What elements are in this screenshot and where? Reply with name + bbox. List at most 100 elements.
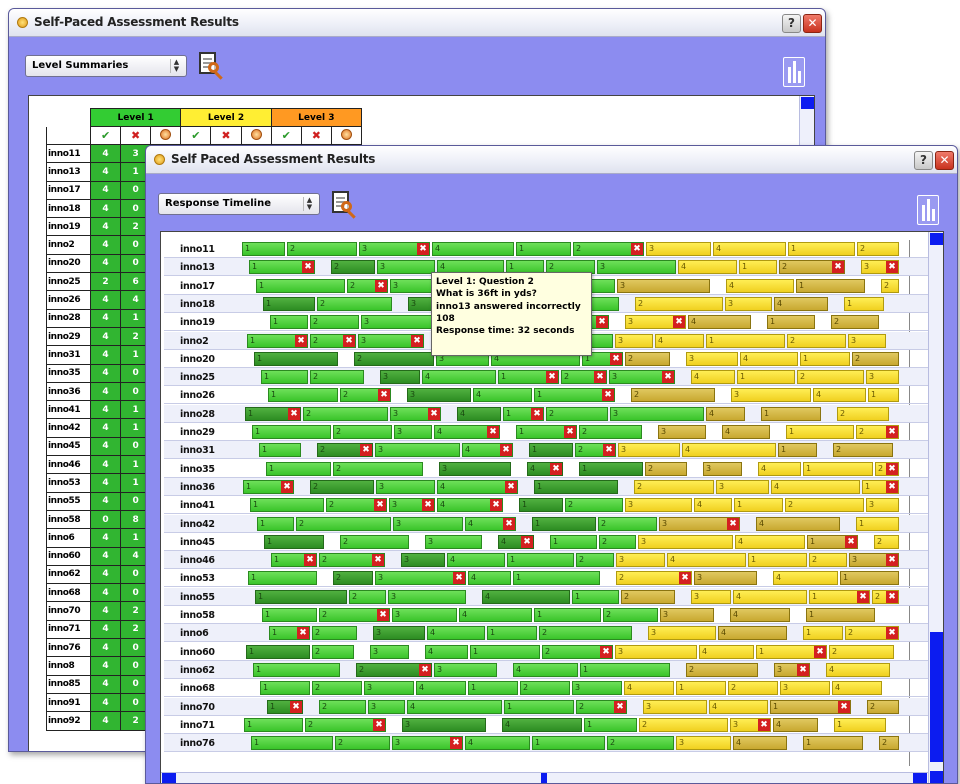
response-bar[interactable]: 1 xyxy=(737,370,795,385)
response-bar[interactable]: 1 xyxy=(470,644,540,659)
response-bar[interactable]: 2 xyxy=(797,370,864,385)
response-bar[interactable]: 4 ✖ xyxy=(527,461,563,476)
response-bar[interactable]: 4 xyxy=(482,589,570,604)
response-bar[interactable]: 1 xyxy=(834,717,886,732)
response-bar[interactable]: 4 xyxy=(422,370,496,385)
response-bar[interactable]: 2✖ xyxy=(872,589,899,604)
response-bar[interactable]: 3 xyxy=(691,589,731,604)
response-bar[interactable]: 4 ✖ xyxy=(437,498,503,513)
response-bar[interactable]: 2 xyxy=(809,553,847,568)
help-icon[interactable]: ? xyxy=(914,151,933,170)
response-bar[interactable]: 2 xyxy=(349,589,386,604)
response-bar[interactable]: 4 xyxy=(407,699,502,714)
response-bar[interactable]: 3 xyxy=(725,296,772,311)
response-bar[interactable]: 3 xyxy=(377,260,435,275)
response-bar[interactable]: 1 ✖ xyxy=(498,370,559,385)
response-bar[interactable]: 3 xyxy=(780,681,830,696)
response-bar[interactable]: 4 ✖ xyxy=(462,443,513,458)
response-bar[interactable]: 2✖ xyxy=(326,498,387,513)
response-bar[interactable]: 2 xyxy=(310,479,374,494)
response-bar[interactable]: 3 ✖ xyxy=(375,571,466,586)
response-bar[interactable]: 4 ✖ xyxy=(437,479,518,494)
response-bar[interactable]: 3 xyxy=(572,681,622,696)
response-bar[interactable]: 1 xyxy=(739,260,777,275)
response-bar[interactable]: 2 xyxy=(335,736,390,751)
response-bar[interactable]: 2 xyxy=(603,608,658,622)
response-bar[interactable]: 1 ✖ xyxy=(809,589,870,604)
scroll-thumb[interactable] xyxy=(930,632,943,762)
response-bar[interactable]: 4 xyxy=(655,333,704,348)
response-bar[interactable]: 1 ✖ xyxy=(862,479,899,494)
response-bar[interactable]: 1 xyxy=(579,461,643,476)
response-bar[interactable]: 1 xyxy=(532,736,605,751)
response-bar[interactable]: 3 xyxy=(848,333,886,348)
scroll-down-button[interactable] xyxy=(930,771,943,783)
bar-chart-icon[interactable] xyxy=(917,195,939,225)
response-bar[interactable]: 4 xyxy=(713,242,786,256)
scroll-up-button[interactable] xyxy=(801,97,814,109)
response-bar[interactable]: 3 xyxy=(646,242,711,256)
response-bar[interactable]: 1 xyxy=(504,699,574,714)
response-bar[interactable]: 2✖ xyxy=(845,626,899,641)
response-bar[interactable]: 3 xyxy=(703,461,742,476)
response-bar[interactable]: 2 xyxy=(340,534,409,549)
response-bar[interactable]: 1 xyxy=(256,278,345,293)
magnify-report-button[interactable] xyxy=(330,190,358,219)
response-bar[interactable]: 2✖ xyxy=(573,242,644,256)
response-bar[interactable]: 3 xyxy=(390,278,435,293)
response-bar[interactable]: 1 xyxy=(778,443,817,458)
response-bar[interactable]: 1 xyxy=(263,296,315,311)
response-bar[interactable]: 2 xyxy=(565,498,623,513)
response-bar[interactable]: 2 xyxy=(599,534,636,549)
response-bar[interactable]: 2 xyxy=(852,351,899,366)
response-bar[interactable]: 4 xyxy=(771,479,860,494)
response-bar[interactable]: 2 xyxy=(546,406,608,421)
response-bar[interactable]: 2 xyxy=(874,534,899,549)
response-bar[interactable]: 2 xyxy=(333,425,392,439)
response-bar[interactable]: 4 xyxy=(735,534,805,549)
response-bar[interactable]: 2✖ xyxy=(542,644,613,659)
response-bar[interactable]: 2 xyxy=(312,681,362,696)
response-bar[interactable]: 1 xyxy=(257,516,294,531)
response-bar[interactable]: 3 ✖ xyxy=(730,717,771,732)
response-bar[interactable]: 2 xyxy=(296,516,391,531)
response-bar[interactable]: 1 xyxy=(788,242,855,256)
response-bar[interactable]: 3 xyxy=(394,425,432,439)
response-bar[interactable]: 2 xyxy=(598,516,657,531)
response-bar[interactable]: 1 xyxy=(268,388,338,403)
response-bar[interactable]: 3 ✖ xyxy=(625,315,686,330)
response-bar[interactable]: 4 xyxy=(427,626,485,641)
response-bar[interactable]: 2 xyxy=(645,461,687,476)
response-bar[interactable]: 4 xyxy=(513,662,578,677)
response-bar[interactable]: 3 xyxy=(617,278,710,293)
response-bar[interactable]: 3 xyxy=(364,681,414,696)
response-bar[interactable]: 2✖ xyxy=(356,662,432,677)
response-bar[interactable]: 1 xyxy=(800,351,850,366)
response-bar[interactable]: 3 ✖ xyxy=(358,333,424,348)
response-bar[interactable]: 4 xyxy=(678,260,737,275)
help-icon[interactable]: ? xyxy=(782,14,801,33)
response-bar[interactable]: 1 ✖ xyxy=(269,626,310,641)
response-bar[interactable]: 4 ✖ xyxy=(434,425,500,439)
response-bar[interactable]: 2✖ xyxy=(319,608,390,622)
response-bar[interactable]: 1 xyxy=(468,681,518,696)
response-bar[interactable]: 3 xyxy=(373,626,425,641)
response-bar[interactable]: 2 xyxy=(354,351,434,366)
response-bar[interactable]: 4 xyxy=(706,406,745,421)
response-bar[interactable]: 4 xyxy=(773,571,838,586)
response-bar[interactable]: 3 xyxy=(388,589,466,604)
response-bar[interactable]: 3 xyxy=(597,260,676,275)
response-bar[interactable]: 1 ✖ xyxy=(516,425,577,439)
response-bar[interactable]: 4 xyxy=(813,388,866,403)
response-bar[interactable]: 3 ✖ xyxy=(389,498,435,513)
response-bar[interactable]: 4 xyxy=(733,589,807,604)
response-bar[interactable]: 4 xyxy=(709,699,768,714)
response-bar[interactable]: 1 xyxy=(242,242,285,256)
response-bar[interactable]: 3 xyxy=(618,443,680,458)
response-bar[interactable]: 3 ✖ xyxy=(609,370,675,385)
response-bar[interactable]: 2 xyxy=(879,736,899,751)
response-bar[interactable]: 1 xyxy=(844,296,884,311)
response-bar[interactable]: 2 xyxy=(310,315,359,330)
response-bar[interactable]: 1 xyxy=(248,571,317,586)
response-bar[interactable]: 1 xyxy=(255,589,347,604)
